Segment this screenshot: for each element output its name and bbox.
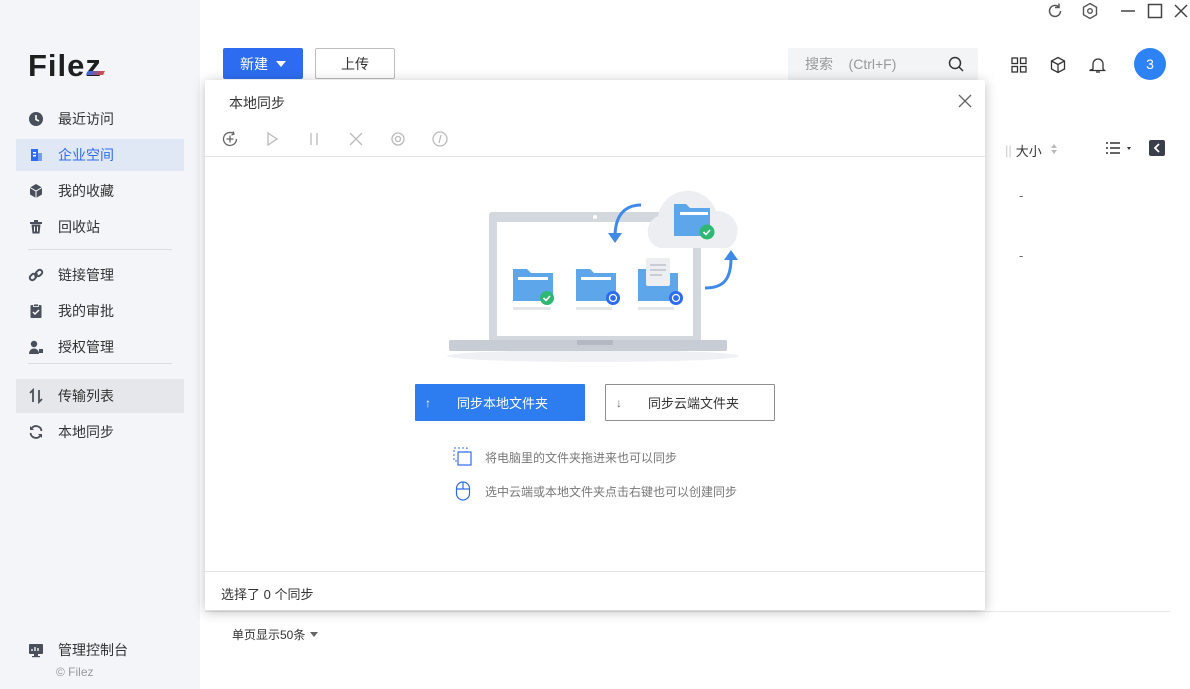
sidebar-item-label: 回收站 bbox=[58, 219, 100, 235]
clipboard-check-icon bbox=[28, 303, 44, 319]
sync-icon bbox=[28, 424, 44, 440]
local-sync-dialog: 本地同步 ↑ 同步本地文件夹 ↓ 同步云端文件夹 将电脑里的文件夹拖进来也可以同… bbox=[205, 80, 985, 610]
hint-right-click-text: 选中云端或本地文件夹点击右键也可以创建同步 bbox=[485, 484, 738, 499]
footer-divider bbox=[205, 571, 985, 572]
sidebar-item-favorites[interactable]: 我的收藏 bbox=[16, 175, 184, 207]
copyright: © Filez bbox=[56, 665, 94, 679]
link-icon bbox=[28, 267, 44, 283]
mouse-icon bbox=[453, 481, 473, 501]
hint-drag-text: 将电脑里的文件夹拖进来也可以同步 bbox=[485, 450, 678, 465]
sync-local-folder-button[interactable]: ↑ 同步本地文件夹 bbox=[415, 384, 585, 421]
sidebar-item-label: 企业空间 bbox=[58, 147, 114, 163]
sidebar-item-trash[interactable]: 回收站 bbox=[16, 211, 184, 243]
sidebar-item-label: 我的审批 bbox=[58, 303, 114, 319]
cube-icon bbox=[28, 183, 44, 199]
avatar[interactable]: 3 bbox=[1134, 48, 1166, 80]
trash-icon bbox=[28, 219, 44, 235]
add-sync-icon[interactable] bbox=[221, 130, 239, 148]
list-bottom-divider bbox=[205, 611, 1170, 612]
sidebar-divider bbox=[28, 363, 172, 364]
new-button-label: 新建 bbox=[240, 55, 268, 72]
bell-icon[interactable] bbox=[1089, 56, 1107, 74]
user-key-icon bbox=[28, 339, 44, 355]
size-cell: - bbox=[1019, 248, 1024, 263]
sidebar-item-console[interactable]: 管理控制台 bbox=[16, 634, 184, 666]
minimize-icon[interactable] bbox=[1120, 2, 1136, 25]
collapse-panel-icon[interactable] bbox=[1149, 140, 1165, 161]
monitor-icon bbox=[28, 642, 44, 658]
transfer-icon bbox=[28, 388, 44, 404]
sidebar-item-label: 本地同步 bbox=[58, 424, 114, 440]
search-input[interactable] bbox=[788, 56, 938, 72]
dialog-title: 本地同步 bbox=[229, 95, 285, 111]
caret-down-icon bbox=[276, 60, 286, 67]
app-window: Filez 最近访问 企业空间 我的收藏 回收站 链接管理 我的审批 授权管理 … bbox=[0, 0, 1190, 689]
close-icon[interactable] bbox=[957, 93, 973, 109]
building-icon bbox=[28, 147, 44, 163]
sync-local-label: 同步本地文件夹 bbox=[457, 396, 549, 411]
column-divider: || bbox=[1005, 143, 1012, 158]
preview-icon[interactable] bbox=[389, 130, 407, 148]
caret-down-icon bbox=[310, 632, 319, 637]
page-size-label: 单页显示50条 bbox=[232, 628, 306, 642]
refresh-icon[interactable] bbox=[1046, 2, 1064, 25]
sidebar-item-enterprise[interactable]: 企业空间 bbox=[16, 139, 184, 171]
sync-cloud-label: 同步云端文件夹 bbox=[648, 396, 740, 411]
hint-right-click: 选中云端或本地文件夹点击右键也可以创建同步 bbox=[453, 481, 737, 501]
pause-icon[interactable] bbox=[305, 130, 323, 148]
close-icon[interactable] bbox=[1173, 2, 1189, 25]
filez-logo: Filez bbox=[28, 48, 102, 83]
sort-icon[interactable] bbox=[1050, 143, 1058, 158]
sidebar-item-label: 我的收藏 bbox=[58, 183, 114, 199]
hex-gear-icon[interactable] bbox=[1081, 2, 1099, 25]
sidebar-item-label: 链接管理 bbox=[58, 267, 114, 283]
search-icon[interactable] bbox=[948, 56, 964, 77]
list-view-icon[interactable] bbox=[1104, 141, 1134, 162]
maximize-icon[interactable] bbox=[1147, 2, 1163, 25]
sync-illustration-icon bbox=[447, 190, 739, 362]
arrow-down-icon: ↓ bbox=[616, 395, 622, 410]
size-cell: - bbox=[1019, 188, 1024, 203]
drag-folder-icon bbox=[453, 447, 473, 467]
sidebar-item-links[interactable]: 链接管理 bbox=[16, 259, 184, 291]
sidebar-item-label: 传输列表 bbox=[58, 388, 114, 404]
search-box[interactable] bbox=[788, 48, 978, 80]
new-button[interactable]: 新建 bbox=[223, 48, 303, 79]
column-header-label: 大小 bbox=[1015, 144, 1042, 159]
sidebar-item-label: 管理控制台 bbox=[58, 642, 128, 658]
info-icon[interactable] bbox=[431, 130, 449, 148]
sidebar-item-label: 授权管理 bbox=[58, 339, 114, 355]
hint-drag: 将电脑里的文件夹拖进来也可以同步 bbox=[453, 447, 677, 467]
sidebar-divider bbox=[28, 249, 172, 250]
upload-button[interactable]: 上传 bbox=[315, 48, 395, 79]
sidebar-item-transfers[interactable]: 传输列表 bbox=[16, 379, 184, 413]
sidebar-item-authorization[interactable]: 授权管理 bbox=[16, 331, 184, 363]
sidebar: Filez 最近访问 企业空间 我的收藏 回收站 链接管理 我的审批 授权管理 … bbox=[0, 0, 200, 689]
sync-cloud-folder-button[interactable]: ↓ 同步云端文件夹 bbox=[605, 384, 775, 421]
toolbar-divider bbox=[205, 156, 985, 157]
selection-status: 选择了 0 个同步 bbox=[221, 587, 314, 602]
sidebar-item-recent[interactable]: 最近访问 bbox=[16, 103, 184, 135]
cube-outline-icon[interactable] bbox=[1049, 56, 1067, 74]
arrow-up-icon: ↑ bbox=[425, 395, 431, 410]
column-header-size[interactable]: || 大小 bbox=[1005, 141, 1058, 160]
grid-view-icon[interactable] bbox=[1010, 56, 1028, 74]
sidebar-item-approvals[interactable]: 我的审批 bbox=[16, 295, 184, 327]
sync-toolbar bbox=[221, 130, 473, 148]
sidebar-item-local-sync[interactable]: 本地同步 bbox=[16, 416, 184, 448]
page-size-select[interactable]: 单页显示50条 bbox=[232, 626, 319, 643]
stop-icon[interactable] bbox=[347, 130, 365, 148]
clock-icon bbox=[28, 111, 44, 127]
play-icon[interactable] bbox=[263, 130, 281, 148]
sidebar-item-label: 最近访问 bbox=[58, 111, 114, 127]
